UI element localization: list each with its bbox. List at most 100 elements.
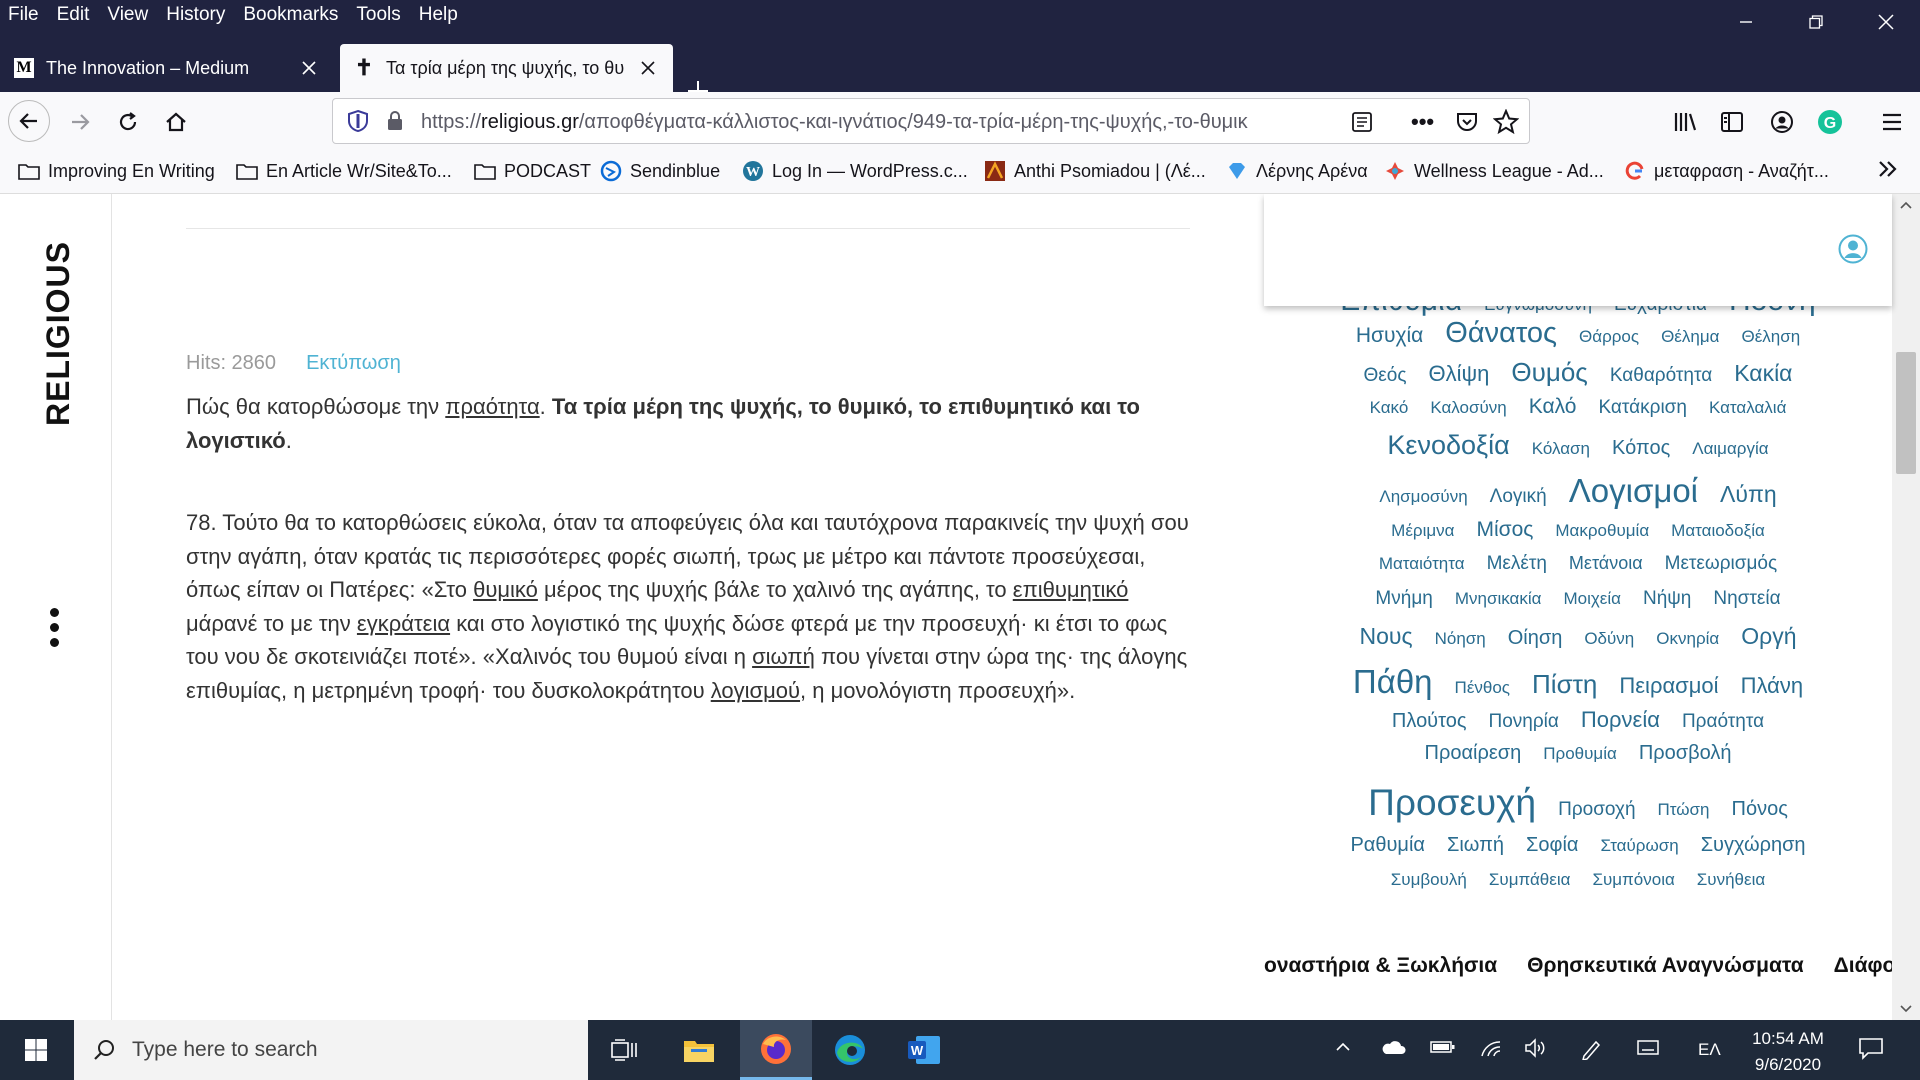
tag-link[interactable]: Μοιχεία — [1563, 589, 1621, 609]
menu-bookmarks[interactable]: Bookmarks — [243, 4, 338, 26]
tag-link[interactable]: Κενοδοξία — [1387, 430, 1509, 461]
bookmark-sendinblue[interactable]: Sendinblue — [600, 160, 720, 182]
tag-link[interactable]: Νήψη — [1643, 588, 1691, 610]
tag-link[interactable]: Μίσος — [1476, 518, 1533, 542]
tag-link[interactable]: Πένθος — [1455, 678, 1510, 698]
tag-link[interactable]: Μνήμη — [1375, 588, 1432, 610]
page-scrollbar[interactable] — [1892, 194, 1920, 1020]
tag-link[interactable]: Συνήθεια — [1697, 870, 1765, 890]
tag-link[interactable]: Κόλαση — [1532, 439, 1590, 459]
tag-link[interactable]: Θάνατος — [1445, 317, 1557, 350]
lock-icon[interactable] — [385, 110, 405, 137]
tag-link[interactable]: Ματαιότητα — [1379, 554, 1465, 574]
tag-link[interactable]: Συγχώρηση — [1701, 834, 1806, 857]
grammarly-extension-button[interactable]: G — [1810, 102, 1850, 142]
menu-edit[interactable]: Edit — [57, 4, 90, 26]
more-bookmarks-button[interactable] — [1876, 158, 1900, 180]
tag-link[interactable]: Προθυμία — [1543, 744, 1617, 764]
tag-link[interactable]: Πόνος — [1732, 798, 1788, 821]
file-explorer-button[interactable] — [663, 1020, 735, 1080]
tag-link[interactable]: Κακό — [1370, 398, 1409, 418]
reload-button[interactable] — [108, 102, 148, 142]
tag-link[interactable]: Λογισμοί — [1569, 472, 1698, 510]
tag-link[interactable]: Θέλημα — [1661, 327, 1719, 347]
close-tab-icon[interactable] — [298, 57, 320, 79]
link-siopi[interactable]: σιωπή — [752, 644, 815, 669]
tag-link[interactable]: Θέληση — [1741, 327, 1800, 347]
tag-link[interactable]: Πάθη — [1353, 663, 1433, 701]
print-link[interactable]: Εκτύπωση — [306, 352, 401, 375]
bookmark-anthi-psomiadou[interactable]: Anthi Psomiadou | (Λέ... — [984, 160, 1206, 182]
bookmark-podcast[interactable]: PODCAST — [474, 160, 591, 182]
tag-link[interactable]: Προσευχή — [1368, 782, 1536, 824]
tag-link[interactable]: Νους — [1360, 623, 1413, 650]
bookmark-wordpress[interactable]: W Log In — WordPress.c... — [742, 160, 968, 182]
tag-link[interactable]: Σοφία — [1526, 834, 1578, 857]
tag-link[interactable]: Θλίψη — [1428, 361, 1489, 387]
forward-button[interactable] — [60, 102, 100, 142]
battery-icon[interactable] — [1430, 1038, 1456, 1061]
menu-file[interactable]: File — [8, 4, 39, 26]
tag-link[interactable]: Μνησικακία — [1455, 589, 1542, 609]
pocket-icon[interactable] — [1455, 111, 1479, 138]
tag-link[interactable]: Νόηση — [1435, 629, 1486, 649]
tag-link[interactable]: Λησμοσύνη — [1379, 487, 1467, 507]
volume-icon[interactable] — [1524, 1038, 1548, 1063]
start-button[interactable] — [0, 1020, 72, 1080]
tab-religious[interactable]: ✝ Τα τρία μέρη της ψυχής, το θυ — [340, 44, 673, 92]
tag-link[interactable]: Λαιμαργία — [1692, 439, 1768, 459]
tag-link[interactable]: Ραθυμία — [1350, 834, 1425, 857]
tag-link[interactable]: Θυμός — [1511, 357, 1587, 388]
tag-link[interactable]: Οκνηρία — [1656, 629, 1719, 649]
address-bar[interactable]: https://religious.gr/αποφθέγματα-κάλλιστ… — [332, 98, 1530, 144]
account-button[interactable] — [1762, 102, 1802, 142]
tag-link[interactable]: Καθαρότητα — [1610, 365, 1712, 387]
reader-view-icon[interactable] — [1351, 111, 1373, 138]
link-logismou[interactable]: λογισμού — [711, 678, 800, 703]
tag-link[interactable]: Προσοχή — [1558, 799, 1635, 821]
tag-link[interactable]: Θεός — [1364, 365, 1407, 387]
bookmark-en-article[interactable]: En Article Wr/Site&To... — [236, 160, 452, 182]
sidebar-toggle-button[interactable] — [1712, 102, 1752, 142]
link-epithymitiko[interactable]: επιθυμητικό — [1013, 577, 1129, 602]
tag-link[interactable]: Πραότητα — [1682, 711, 1764, 733]
bottom-menu-item[interactable]: οναστήρια & Ξωκλήσια — [1264, 954, 1497, 994]
tag-link[interactable]: Μέριμνα — [1391, 521, 1454, 541]
menu-view[interactable]: View — [107, 4, 148, 26]
menu-tools[interactable]: Tools — [356, 4, 400, 26]
site-logo[interactable]: RELIGIOUS — [40, 241, 77, 426]
wifi-icon[interactable] — [1480, 1038, 1504, 1063]
tag-link[interactable]: Κόπος — [1612, 437, 1670, 460]
tag-link[interactable]: Σταύρωση — [1601, 836, 1679, 856]
more-menu-icon[interactable] — [50, 608, 59, 653]
bookmark-google-search[interactable]: μεταφραση - Αναζήτ... — [1624, 160, 1829, 182]
tag-link[interactable]: Προαίρεση — [1425, 742, 1522, 765]
user-icon[interactable] — [1838, 234, 1868, 264]
input-language[interactable]: ΕΛ — [1698, 1040, 1721, 1060]
menu-history[interactable]: History — [166, 4, 225, 26]
tag-link[interactable]: Καταλαλιά — [1709, 398, 1786, 418]
tag-link[interactable]: Νηστεία — [1713, 588, 1780, 610]
firefox-taskbar-button[interactable] — [740, 1020, 812, 1080]
tag-link[interactable]: Μελέτη — [1487, 553, 1547, 575]
bottom-menu-item[interactable]: Διάφορα — [1834, 954, 1892, 994]
tag-link[interactable]: Συμπάθεια — [1489, 870, 1571, 890]
tag-link[interactable]: Οίηση — [1508, 627, 1563, 650]
bookmark-star-icon[interactable] — [1492, 108, 1520, 140]
tag-link[interactable]: Πονηρία — [1489, 711, 1559, 733]
notifications-button[interactable] — [1858, 1036, 1884, 1065]
bookmark-lernis-arena[interactable]: Λέρνης Αρένα — [1226, 160, 1368, 182]
system-clock[interactable]: 10:54 AM 9/6/2020 — [1728, 1026, 1848, 1078]
scroll-down-icon[interactable] — [1892, 998, 1920, 1020]
link-praotita[interactable]: πραότητα — [445, 394, 539, 419]
tag-link[interactable]: Μετάνοια — [1569, 553, 1643, 574]
tag-link[interactable]: Πλούτος — [1392, 710, 1467, 733]
scrollbar-thumb[interactable] — [1896, 352, 1916, 474]
app-menu-button[interactable] — [1872, 102, 1912, 142]
tag-link[interactable]: Κακία — [1734, 360, 1792, 387]
home-button[interactable] — [156, 102, 196, 142]
tag-link[interactable]: Πτώση — [1658, 800, 1710, 820]
bookmark-improving-en-writing[interactable]: Improving En Writing — [18, 160, 215, 182]
back-button[interactable] — [8, 100, 50, 142]
tag-link[interactable]: Καλοσύνη — [1430, 398, 1506, 418]
